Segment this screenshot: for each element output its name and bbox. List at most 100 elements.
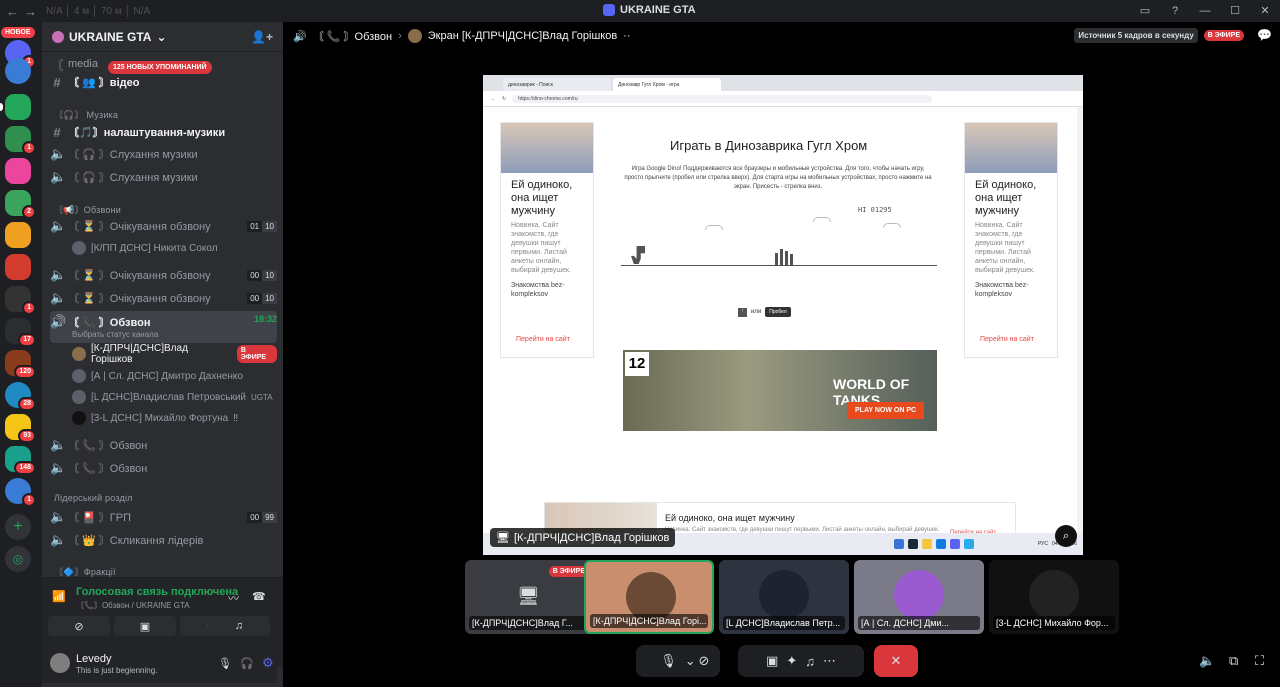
add-server-icon[interactable]: + bbox=[5, 514, 31, 540]
server-icon-7[interactable] bbox=[5, 222, 31, 248]
server-icon-9[interactable]: 1 bbox=[5, 286, 36, 315]
voice-waiting-3[interactable]: 🔈 〘 ⏳ 〙Очікування обзвону 00 10 bbox=[50, 288, 277, 308]
popout-icon[interactable]: ⧉ bbox=[1229, 653, 1238, 669]
guild-header[interactable]: UKRAINE GTA ⌄ 👤+ bbox=[42, 22, 283, 52]
wot-play-button[interactable]: PLAY NOW ON PC bbox=[847, 402, 925, 419]
maximize-button[interactable]: ☐ bbox=[1220, 0, 1250, 22]
leave-call-button[interactable]: ✕ bbox=[874, 645, 918, 677]
telegram-icon[interactable] bbox=[963, 539, 974, 549]
tile-user[interactable]: [А | Сл. ДСНС] Дми... bbox=[854, 560, 984, 634]
disconnect-icon[interactable]: ☎ bbox=[252, 590, 266, 603]
server-icon-2[interactable] bbox=[5, 58, 31, 84]
username[interactable]: Levedy bbox=[76, 653, 111, 665]
channel-status[interactable]: Выбрать статус канала bbox=[72, 330, 158, 339]
category-music[interactable]: 〘🎧〙 Музика bbox=[54, 108, 118, 121]
volume-icon[interactable]: 🔈 bbox=[1199, 653, 1215, 669]
voice-user[interactable]: [А | Сл. ДСНС] Дмитро Дахненко bbox=[72, 366, 277, 386]
server-icon-5[interactable] bbox=[5, 158, 31, 184]
ad-card-left[interactable]: Ей одиноко, она ищет мужчину Новинка. Са… bbox=[500, 122, 594, 358]
chat-icon[interactable]: 💬 bbox=[1257, 28, 1272, 42]
browser-tab-active[interactable]: Динозавр Гугл Хром - игра bbox=[613, 78, 721, 91]
headphones-icon[interactable]: 🎧 bbox=[240, 657, 254, 670]
server-icon-4[interactable]: 1 bbox=[5, 126, 36, 155]
server-icon-10[interactable]: 17 bbox=[5, 318, 36, 347]
voice-leaders[interactable]: 🔈 〘 👑 〙Скликання лідерів bbox=[50, 530, 277, 550]
voice-music-2[interactable]: 🔈 〘 🎧 〙Слухання музики bbox=[50, 167, 277, 187]
voice-user[interactable]: [К/ПП ДСНС] Никита Сокол bbox=[72, 238, 277, 258]
taskbar-app-icon[interactable] bbox=[893, 539, 904, 549]
tile-stream[interactable]: В ЭФИРЕ 🖥 [К-ДПРЧ|ДСНС]Влад Г... bbox=[465, 560, 595, 634]
voice-waiting-2[interactable]: 🔈 〘 ⏳ 〙Очікування обзвону 00 10 bbox=[50, 265, 277, 285]
dino-sprite[interactable] bbox=[631, 246, 645, 264]
tile-user[interactable]: [3-L ДСНС] Михайло Фор... bbox=[989, 560, 1119, 634]
more-icon[interactable]: ·· bbox=[623, 30, 630, 42]
channel-music-settings[interactable]: # 〘🎵〙налаштування-музики bbox=[50, 122, 277, 142]
voice-grp[interactable]: 🔈 〘 🎴 〙ГРП 00 99 bbox=[50, 507, 277, 527]
screen-share-icon[interactable]: ▣ bbox=[766, 653, 778, 669]
category-leaders[interactable]: Лідерський розділ bbox=[54, 493, 133, 503]
voice-status[interactable]: Голосовая связь подключена bbox=[76, 586, 238, 598]
camera-button[interactable]: ⊘ bbox=[48, 616, 110, 636]
voice-waiting-1[interactable]: 🔈 〘 ⏳ 〙Очікування обзвону 01 10 bbox=[50, 216, 277, 236]
mic-icon[interactable]: 🎙 bbox=[660, 653, 677, 669]
ad-link[interactable]: Перейти на сайт bbox=[516, 336, 570, 343]
fullscreen-icon[interactable]: ⛶ bbox=[1255, 653, 1264, 669]
screen-label[interactable]: Экран [К-ДПРЧ|ДСНС]Влад Горішков bbox=[428, 30, 617, 42]
help-icon[interactable]: ? bbox=[1160, 0, 1190, 22]
soundboard-button[interactable]: ♫ bbox=[208, 616, 270, 636]
signal-icon[interactable]: 📶 bbox=[52, 590, 66, 603]
server-icon-11[interactable]: 120 bbox=[5, 350, 36, 379]
edge-icon[interactable] bbox=[935, 539, 946, 549]
avatar[interactable] bbox=[50, 653, 70, 673]
screen-share-button[interactable]: ▣ bbox=[114, 616, 176, 636]
folder-icon[interactable] bbox=[921, 539, 932, 549]
back-icon[interactable]: ← bbox=[6, 4, 19, 19]
server-icon-13[interactable]: 93 bbox=[5, 414, 36, 443]
channel-video[interactable]: # 〘 👥 〙відео bbox=[50, 72, 277, 92]
tile-user[interactable]: [L ДСНС]Владислав Петр... bbox=[719, 560, 849, 634]
category-calls[interactable]: 〘📢〙Обзвони bbox=[54, 203, 121, 216]
ad-card-right[interactable]: Ей одиноко, она ищет мужчину Новинка. Са… bbox=[964, 122, 1058, 358]
settings-gear-icon[interactable]: ⚙ bbox=[262, 655, 274, 671]
invite-icon[interactable]: 👤+ bbox=[251, 30, 273, 44]
steam-icon[interactable] bbox=[907, 539, 918, 549]
close-button[interactable]: ✕ bbox=[1250, 0, 1280, 22]
activities-icon[interactable]: ✦ bbox=[786, 653, 797, 669]
mic-icon[interactable]: 🎙 bbox=[218, 657, 232, 670]
noise-icon[interactable]: 〰 bbox=[228, 590, 239, 606]
back-icon[interactable]: ← bbox=[491, 96, 496, 102]
tray-lang[interactable]: РУС bbox=[1038, 541, 1048, 547]
url-field[interactable]: https://dino-chrome.com/ru bbox=[512, 94, 933, 103]
voice-obzvon-3[interactable]: 🔈 〘 📞 〙Обзвон bbox=[50, 458, 277, 478]
stream-view[interactable]: динозаврик - Поиск Динозавр Гугл Хром - … bbox=[483, 75, 1083, 555]
camera-off-icon[interactable]: ⊘ bbox=[699, 653, 710, 669]
refresh-icon[interactable]: ↻ bbox=[502, 96, 506, 102]
server-icon-14[interactable]: 148 bbox=[5, 446, 36, 475]
server-icon-8[interactable] bbox=[5, 254, 31, 280]
tile-user-speaking[interactable]: [К-ДПРЧ|ДСНС]Влад Горі... bbox=[584, 560, 714, 634]
inbox-icon[interactable]: ▭ bbox=[1130, 0, 1160, 22]
server-icon-15[interactable]: 1 bbox=[5, 478, 36, 507]
voice-user[interactable]: [3-L ДСНС] Михайло Фортуна ‼ bbox=[72, 408, 277, 428]
explore-icon[interactable]: ◎ bbox=[5, 546, 31, 572]
more-icon[interactable]: ⋯ bbox=[823, 653, 836, 669]
server-icon-12[interactable]: 28 bbox=[5, 382, 36, 411]
voice-music-1[interactable]: 🔈 〘 🎧 〙Слухання музики bbox=[50, 144, 277, 164]
voice-user-live[interactable]: [К-ДПРЧ|ДСНС]Влад Горішков В ЭФИРЕ bbox=[72, 343, 277, 365]
camera-control[interactable]: ⊘ bbox=[686, 645, 722, 677]
browser-tab[interactable]: динозаврик - Поиск bbox=[503, 78, 611, 91]
voice-obzvon-2[interactable]: 🔈 〘 📞 〙Обзвон bbox=[50, 435, 277, 455]
voice-obzvon-active[interactable]: 🔊 〘 📞 〙Обзвон 18:32 Выбрать статус канал… bbox=[50, 311, 277, 343]
voice-channel-sub[interactable]: 〘📞〙Обзвон / UKRAINE GTA bbox=[76, 600, 190, 611]
discord-icon[interactable] bbox=[949, 539, 960, 549]
forward-icon[interactable]: → bbox=[24, 4, 37, 19]
voice-user[interactable]: [L ДСНС]Владислав Петровський UGTA bbox=[72, 387, 277, 407]
server-icon-3[interactable] bbox=[0, 94, 31, 120]
channel-name[interactable]: 〘 📞 〙Обзвон bbox=[313, 28, 392, 44]
ad-link[interactable]: Перейти на сайт bbox=[980, 336, 1034, 343]
soundboard-icon[interactable]: ♫ bbox=[805, 654, 815, 669]
minimize-button[interactable]: — bbox=[1190, 0, 1220, 22]
server-icon-6[interactable]: 2 bbox=[5, 190, 36, 219]
wot-banner[interactable]: 12 WORLD OF TANKS PLAY NOW ON PC bbox=[623, 350, 937, 431]
hangup-icon[interactable]: ✕ bbox=[891, 653, 902, 669]
